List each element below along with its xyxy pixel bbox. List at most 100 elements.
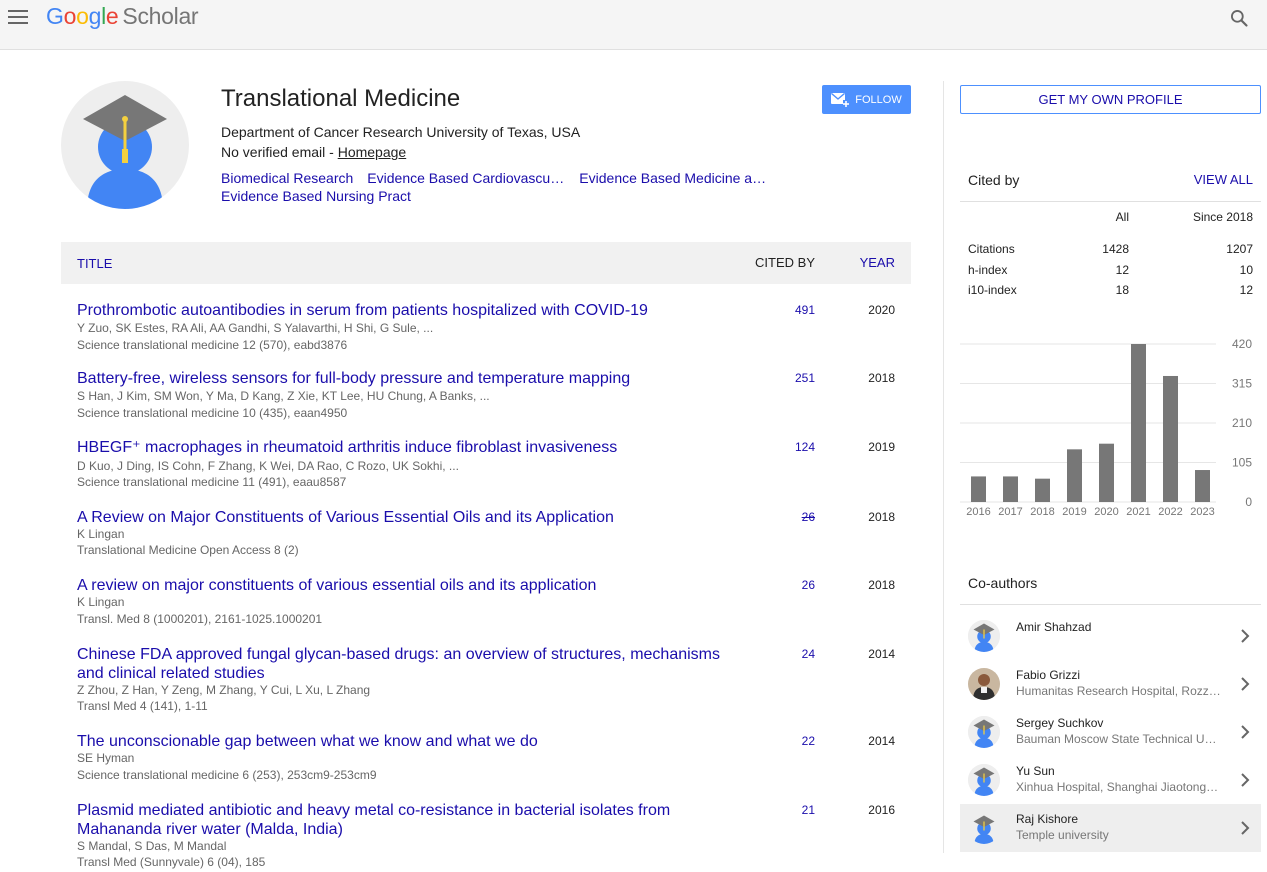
menu-icon[interactable] bbox=[8, 10, 28, 26]
coauthor-photo bbox=[968, 668, 1000, 700]
sort-year[interactable]: YEAR bbox=[860, 255, 895, 270]
interest-link[interactable]: Evidence Based Medicine and Practice bbox=[579, 169, 773, 187]
publications-header: TITLE CITED BY YEAR bbox=[61, 242, 911, 284]
default-avatar-icon bbox=[83, 95, 167, 209]
chart-bar-2017[interactable] bbox=[1003, 476, 1018, 502]
stats-header-row: All Since 2018 bbox=[960, 210, 1261, 242]
coauthor-item[interactable]: Raj Kishore Temple university bbox=[960, 804, 1261, 852]
chart-bar-2020[interactable] bbox=[1099, 443, 1114, 502]
chart-bar-2018[interactable] bbox=[1035, 478, 1050, 502]
chart-x-tick: 2017 bbox=[998, 506, 1022, 518]
coauthor-item[interactable]: Sergey Suchkov Bauman Moscow State Techni… bbox=[960, 708, 1261, 756]
stats-row: h-index 12 10 bbox=[960, 263, 1261, 284]
chevron-right-icon bbox=[1241, 821, 1250, 835]
cited-by-count[interactable]: 22 bbox=[802, 734, 815, 748]
chart-x-tick: 2018 bbox=[1030, 506, 1054, 518]
chevron-right-icon bbox=[1241, 773, 1250, 787]
default-avatar-icon bbox=[968, 764, 1000, 796]
publication-venue: Transl. Med 8 (1000201), 2161-1025.10002… bbox=[77, 612, 323, 626]
chart-x-tick: 2020 bbox=[1094, 506, 1118, 518]
publication-authors: K Lingan bbox=[77, 595, 125, 609]
publication-year: 2016 bbox=[868, 803, 895, 817]
cited-by-count[interactable]: 26 bbox=[802, 510, 815, 524]
publication-title[interactable]: Battery-free, wireless sensors for full-… bbox=[77, 369, 737, 388]
publication-venue: Transl Med 4 (141), 1-11 bbox=[77, 699, 208, 713]
sort-cited-by[interactable]: CITED BY bbox=[755, 255, 815, 270]
chart-bar-2019[interactable] bbox=[1067, 449, 1082, 502]
publication-year: 2018 bbox=[868, 578, 895, 592]
follow-button[interactable]: FOLLOW bbox=[822, 85, 911, 114]
profile-affiliation: Department of Cancer Research University… bbox=[221, 124, 581, 140]
google-scholar-logo[interactable]: Google Scholar bbox=[46, 3, 199, 30]
stats-all: 1428 bbox=[1102, 242, 1129, 256]
publication-venue: Science translational medicine 10 (435),… bbox=[77, 406, 348, 420]
stats-label[interactable]: h-index bbox=[968, 263, 1007, 277]
stats-all: 12 bbox=[1115, 262, 1129, 277]
homepage-link[interactable]: Homepage bbox=[338, 144, 407, 160]
view-all-link[interactable]: VIEW ALL bbox=[1194, 172, 1253, 187]
mail-plus-icon bbox=[831, 92, 850, 107]
stats-label[interactable]: i10-index bbox=[968, 283, 1017, 297]
publication-venue: Transl Med (Sunnyvale) 6 (04), 185 bbox=[77, 855, 266, 869]
cited-by-count[interactable]: 124 bbox=[795, 440, 815, 454]
coauthor-affiliation: Xinhua Hospital, Shanghai Jiaotong Unive… bbox=[1016, 780, 1221, 794]
stats-since: 10 bbox=[1239, 262, 1253, 277]
chart-bar-2021[interactable] bbox=[1131, 344, 1146, 502]
coauthor-item[interactable]: Amir Shahzad bbox=[960, 612, 1261, 660]
chart-y-tick: 105 bbox=[1232, 456, 1252, 470]
cited-by-count[interactable]: 26 bbox=[802, 578, 815, 592]
chart-x-tick: 2022 bbox=[1158, 506, 1182, 518]
chart-bar-2023[interactable] bbox=[1195, 470, 1210, 502]
chart-x-tick: 2016 bbox=[966, 506, 990, 518]
publication-authors: Z Zhou, Z Han, Y Zeng, M Zhang, Y Cui, L… bbox=[77, 683, 371, 697]
profile-name: Translational Medicine bbox=[221, 85, 461, 112]
profile-email: No verified email - Homepage bbox=[221, 144, 406, 160]
citations-bar-chart: 0 105 210 315 420 2016 2017 2018 2019 2020 2021 202… bbox=[960, 337, 1252, 518]
cited-by-count[interactable]: 21 bbox=[802, 803, 815, 817]
get-my-own-profile-button[interactable]: GET MY OWN PROFILE bbox=[960, 85, 1261, 114]
coauthor-name: Amir Shahzad bbox=[1016, 620, 1092, 634]
stats-row: i10-index 18 12 bbox=[960, 283, 1261, 304]
cited-by-count[interactable]: 24 bbox=[802, 647, 815, 661]
sort-title[interactable]: TITLE bbox=[77, 256, 112, 271]
publication-year: 2020 bbox=[868, 303, 895, 317]
interest-link[interactable]: Evidence Based Cardiovascular Medicine bbox=[367, 169, 565, 187]
publication-year: 2014 bbox=[868, 734, 895, 748]
publication-title[interactable]: Prothrombotic autoantibodies in serum fr… bbox=[77, 301, 737, 320]
column-divider bbox=[943, 81, 944, 853]
publication-title[interactable]: HBEGF⁺ macrophages in rheumatoid arthrit… bbox=[77, 438, 737, 457]
default-avatar-icon bbox=[968, 620, 1000, 652]
publication-title[interactable]: Plasmid mediated antibiotic and heavy me… bbox=[77, 801, 737, 839]
chart-y-tick: 0 bbox=[1245, 495, 1252, 509]
chart-y-tick: 210 bbox=[1232, 416, 1252, 430]
chart-bar-2022[interactable] bbox=[1163, 375, 1178, 502]
coauthor-item[interactable]: Fabio Grizzi Humanitas Research Hospital,… bbox=[960, 660, 1261, 708]
stats-label[interactable]: Citations bbox=[968, 242, 1015, 256]
cited-by-count[interactable]: 251 bbox=[795, 371, 815, 385]
publication-venue: Science translational medicine 6 (253), … bbox=[77, 768, 377, 782]
cited-by-count[interactable]: 491 bbox=[795, 303, 815, 317]
publication-year: 2019 bbox=[868, 440, 895, 454]
coauthor-item[interactable]: Yu Sun Xinhua Hospital, Shanghai Jiaotong… bbox=[960, 756, 1261, 804]
coauthor-affiliation: Humanitas Research Hospital, Rozzano, Mi… bbox=[1016, 684, 1221, 698]
interest-link[interactable]: Biomedical Research bbox=[221, 169, 353, 187]
coauthor-affiliation: Temple university bbox=[1016, 828, 1109, 842]
publication-venue: Translational Medicine Open Access 8 (2) bbox=[77, 543, 299, 557]
publication-title[interactable]: The unconscionable gap between what we k… bbox=[77, 732, 737, 751]
coauthor-name: Raj Kishore bbox=[1016, 812, 1079, 826]
chart-y-tick: 420 bbox=[1232, 337, 1252, 351]
publication-title[interactable]: A Review on Major Constituents of Variou… bbox=[77, 508, 737, 527]
stats-header-all: All bbox=[1115, 210, 1129, 224]
publication-title[interactable]: Chinese FDA approved fungal glycan-based… bbox=[77, 645, 737, 683]
search-icon[interactable] bbox=[1229, 8, 1249, 28]
chart-bar-2016[interactable] bbox=[971, 476, 986, 502]
publication-title[interactable]: A review on major constituents of variou… bbox=[77, 576, 737, 595]
coauthor-affiliation: Bauman Moscow State Technical University bbox=[1016, 732, 1221, 746]
citation-stats-table: All Since 2018 Citations 1428 1207 h-ind… bbox=[960, 210, 1261, 304]
coauthors-title: Co-authors bbox=[968, 575, 1038, 591]
interest-link[interactable]: Evidence Based Nursing Pract bbox=[221, 187, 411, 205]
publication-venue: Science translational medicine 12 (570),… bbox=[77, 338, 348, 352]
publication-authors: S Han, J Kim, SM Won, Y Ma, D Kang, Z Xi… bbox=[77, 389, 490, 403]
stats-all: 18 bbox=[1115, 283, 1129, 297]
coauthor-name: Fabio Grizzi bbox=[1016, 668, 1081, 682]
